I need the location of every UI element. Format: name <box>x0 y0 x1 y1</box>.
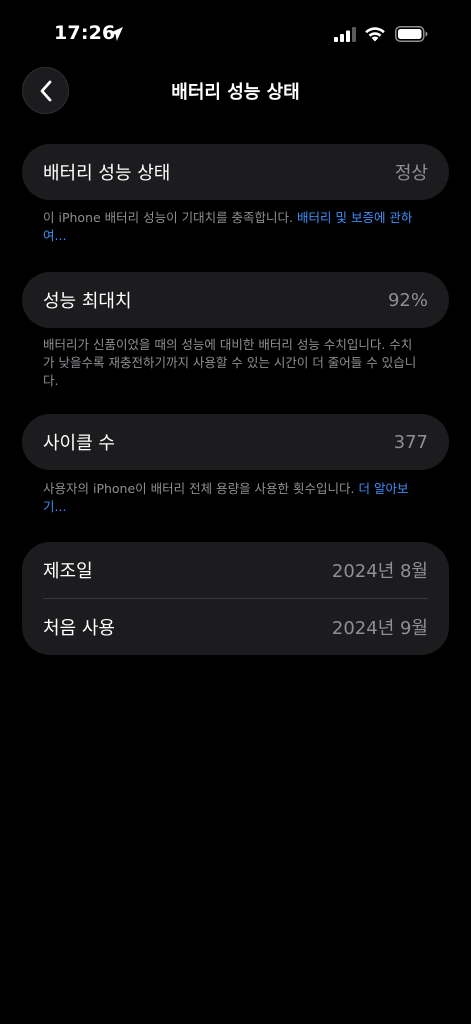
battery-health-footnote-text: 이 iPhone 배터리 성능이 기대치를 충족합니다. <box>43 210 298 225</box>
wifi-icon <box>365 27 385 42</box>
battery-health-value: 정상 <box>394 163 428 184</box>
maximum-capacity-label: 성능 최대치 <box>43 291 132 312</box>
first-use-label: 처음 사용 <box>43 618 115 639</box>
cycle-count-value: 377 <box>393 431 428 453</box>
manufacture-date-value: 2024년 8월 <box>331 561 428 582</box>
dates-card: 제조일 2024년 8월 처음 사용 2024년 9월 <box>22 542 449 655</box>
cycle-count-label: 사이클 수 <box>43 433 115 454</box>
cellular-signal-icon <box>334 27 356 42</box>
location-arrow-icon <box>109 27 123 41</box>
cycle-count-footnote: 사용자의 iPhone이 배터리 전체 용량을 사용한 횟수입니다. 더 알아보… <box>43 480 423 516</box>
maximum-capacity-row: 성능 최대치 92% <box>22 272 449 328</box>
status-bar: 17:26 <box>0 0 471 64</box>
maximum-capacity-footnote: 배터리가 신품이었을 때의 성능에 대비한 배터리 성능 수치입니다. 수치가 … <box>43 337 417 388</box>
battery-health-screen: 17:26 배터리 성능 상태 배터리 성능 상태 정상 이 iPhone 배터… <box>0 0 471 1024</box>
status-time: 17:26 <box>54 22 116 44</box>
maximum-capacity-card: 성능 최대치 92% <box>22 272 449 328</box>
cycle-count-row: 사이클 수 377 <box>22 414 449 470</box>
cycle-count-card: 사이클 수 377 <box>22 414 449 470</box>
first-use-row: 처음 사용 2024년 9월 <box>22 599 449 655</box>
battery-health-row[interactable]: 배터리 성능 상태 정상 <box>22 144 449 200</box>
cycle-count-footnote-text: 사용자의 iPhone이 배터리 전체 용량을 사용한 횟수입니다. <box>43 481 359 496</box>
first-use-value: 2024년 9월 <box>331 618 428 639</box>
page-title: 배터리 성능 상태 <box>171 82 300 103</box>
manufacture-date-label: 제조일 <box>43 561 93 582</box>
battery-health-label: 배터리 성능 상태 <box>43 163 171 184</box>
battery-icon <box>395 26 428 42</box>
manufacture-date-row: 제조일 2024년 8월 <box>22 542 449 598</box>
maximum-capacity-value: 92% <box>387 289 428 311</box>
battery-health-card[interactable]: 배터리 성능 상태 정상 <box>22 144 449 200</box>
battery-health-footnote: 이 iPhone 배터리 성능이 기대치를 충족합니다. 배터리 및 보증에 관… <box>43 209 423 245</box>
